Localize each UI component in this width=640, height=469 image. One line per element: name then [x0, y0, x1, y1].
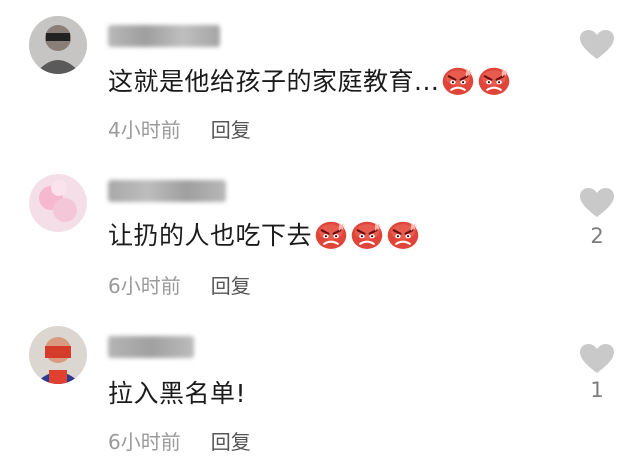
comment-meta: 6小时前 回复 — [108, 426, 251, 455]
avatar[interactable] — [29, 16, 87, 74]
avatar[interactable] — [29, 326, 87, 384]
timestamp: 6小时前 — [108, 430, 181, 454]
comment-text-content: 让扔的人也吃下去 — [108, 221, 313, 250]
like-count: 2 — [590, 224, 604, 248]
timestamp: 4小时前 — [108, 118, 181, 142]
reply-button[interactable]: 回复 — [211, 270, 251, 299]
heart-icon[interactable] — [580, 30, 614, 60]
like-count: 1 — [590, 378, 604, 402]
reply-button[interactable]: 回复 — [211, 114, 251, 143]
username[interactable] — [108, 180, 226, 202]
comment-meta: 4小时前 回复 — [108, 114, 251, 143]
comment-text: 拉入黑名单! — [108, 374, 246, 410]
angry-face-icon — [441, 65, 475, 96]
comment-text: 让扔的人也吃下去 — [108, 216, 420, 252]
comment-item: 这就是他给孩子的家庭教育... 4小时前 回复 — [0, 0, 640, 150]
reply-button[interactable]: 回复 — [211, 426, 251, 455]
username[interactable] — [108, 336, 194, 358]
angry-face-icon — [314, 219, 348, 250]
avatar[interactable] — [29, 174, 87, 232]
timestamp: 6小时前 — [108, 274, 181, 298]
heart-icon[interactable] — [580, 344, 614, 374]
angry-face-icon — [350, 219, 384, 250]
comment-text-content: 这就是他给孩子的家庭教育... — [108, 67, 440, 96]
username[interactable] — [108, 25, 220, 47]
comment-meta: 6小时前 回复 — [108, 270, 251, 299]
comment-text-content: 拉入黑名单! — [108, 379, 247, 408]
angry-face-icon — [386, 219, 420, 250]
heart-icon[interactable] — [580, 188, 614, 218]
comment-text: 这就是他给孩子的家庭教育... — [108, 62, 511, 98]
comment-item: 拉入黑名单! 6小时前 回复 1 — [0, 312, 640, 462]
comment-item: 让扔的人也吃下去 6小时前 回复 2 — [0, 160, 640, 310]
angry-face-icon — [477, 65, 511, 96]
